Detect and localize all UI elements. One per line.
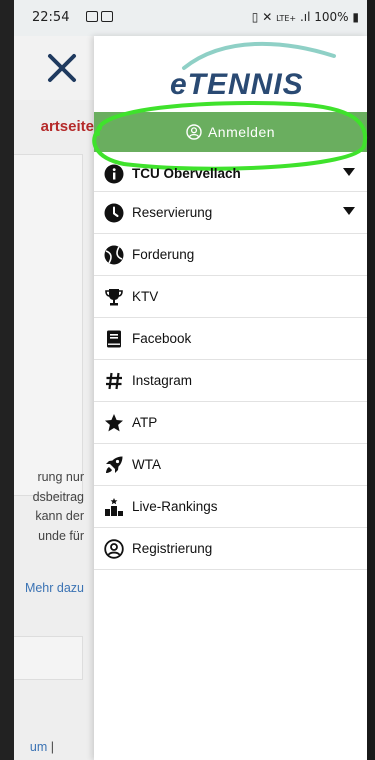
vibrate-icon: ▯: [251, 10, 259, 24]
battery-icon: ▮: [352, 10, 359, 24]
menu-item-atp[interactable]: ATP: [94, 402, 367, 444]
menu-item-label: Registrierung: [132, 541, 213, 556]
background-text-line: dsbeitrag: [32, 489, 84, 504]
background-page: artseite rung nur dsbeitrag kann der und…: [14, 36, 94, 760]
background-footer: um |: [30, 740, 54, 754]
menu-item-wta[interactable]: WTA: [94, 444, 367, 486]
hashtag-icon: [106, 372, 122, 389]
star-icon: [105, 413, 123, 431]
background-text-line: rung nur: [37, 470, 84, 484]
system-icons: ▯ ✕ LTE+ .ıl 100% ▮: [252, 10, 359, 24]
menu-item-live-rankings[interactable]: Live-Rankings: [94, 486, 367, 528]
menu-item-facebook[interactable]: Facebook: [94, 318, 367, 360]
background-text-line: kann der: [35, 509, 84, 523]
menu-item-label: Forderung: [132, 247, 195, 262]
clock-icon: [104, 203, 124, 222]
background-heading: artseite: [40, 118, 94, 135]
etennis-logo: eTENNIS: [170, 41, 336, 98]
close-icon[interactable]: [44, 50, 80, 86]
background-text-line: unde für: [38, 528, 84, 543]
menu-item-label: WTA: [132, 457, 161, 472]
user-circle-icon: [104, 538, 124, 559]
rocket-icon: [106, 456, 123, 473]
menu-item-label: Live-Rankings: [132, 499, 218, 514]
caret-down-icon: [343, 168, 355, 176]
logo-text: eTENNIS: [170, 68, 304, 98]
login-button[interactable]: Anmelden: [94, 112, 367, 152]
menu-item-label: Facebook: [132, 331, 192, 346]
notification-icons: [86, 10, 116, 22]
menu-item-forderung[interactable]: Forderung: [94, 234, 367, 276]
menu-item-ktv[interactable]: KTV: [94, 276, 367, 318]
podium-icon: [105, 497, 123, 516]
menu-item-registrierung[interactable]: Registrierung: [94, 528, 367, 570]
menu-item-label: Instagram: [132, 373, 193, 388]
status-time: 22:54: [32, 10, 70, 25]
menu-item-tcu-obervellach[interactable]: TCU Obervellach: [94, 156, 367, 192]
drawer-menu: TCU Obervellach Reservierung Forderung K…: [94, 156, 367, 570]
menu-item-reservierung[interactable]: Reservierung: [94, 192, 367, 234]
message-icon: [101, 10, 113, 22]
menu-item-label: KTV: [132, 289, 159, 304]
left-edge: [0, 0, 14, 760]
tennis-ball-icon: [104, 245, 124, 264]
menu-item-label: Reservierung: [132, 205, 213, 220]
menu-item-label: ATP: [132, 415, 158, 430]
background-card: [14, 154, 83, 496]
background-text: rung nur dsbeitrag kann der unde für: [14, 468, 84, 546]
trophy-icon: [105, 288, 123, 305]
battery-label: 100%: [314, 10, 349, 24]
background-header: [14, 36, 94, 100]
caret-down-icon: [343, 207, 355, 215]
menu-item-label: TCU Obervellach: [132, 166, 241, 181]
background-card-2: [14, 636, 83, 680]
more-link[interactable]: Mehr dazu: [25, 581, 84, 595]
menu-item-instagram[interactable]: Instagram: [94, 360, 367, 402]
user-circle-icon: [186, 124, 202, 140]
book-icon: [107, 330, 121, 347]
footer-separator: |: [50, 740, 54, 754]
network-label: LTE+: [276, 14, 297, 23]
login-label: Anmelden: [207, 124, 276, 140]
navigation-drawer: eTENNIS Anmelden TCU Obervellach Reservi…: [92, 36, 368, 760]
footer-link[interactable]: um: [30, 740, 47, 754]
info-icon: [104, 164, 124, 184]
right-edge: [367, 0, 375, 760]
mute-icon: ✕: [262, 10, 273, 24]
signal-icon: .ıl: [299, 10, 311, 24]
status-bar: 22:54 ▯ ✕ LTE+ .ıl 100% ▮: [14, 0, 367, 36]
gallery-icon: [86, 10, 98, 22]
